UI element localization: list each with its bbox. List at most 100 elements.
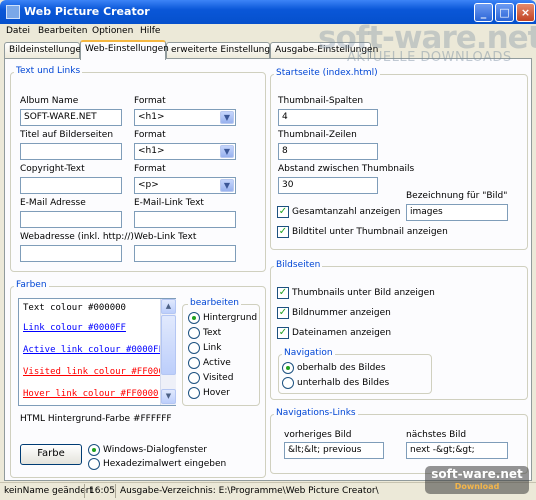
format3-label: Format: [134, 164, 166, 174]
chevron-down-icon[interactable]: ▼: [220, 145, 234, 158]
abstand-input[interactable]: 30: [278, 177, 378, 194]
radio-hover[interactable]: [188, 387, 200, 399]
radio-windows-dialog-label[interactable]: Windows-Dialogfenster: [103, 445, 207, 455]
copyright-label: Copyright-Text: [20, 164, 85, 174]
chevron-down-icon[interactable]: ▼: [220, 179, 234, 192]
tab-bildeinstellungen[interactable]: Bildeinstellungen: [4, 42, 87, 59]
email-link-input[interactable]: [134, 211, 236, 228]
radio-oberhalb[interactable]: [282, 362, 294, 374]
bildtitel-checkbox[interactable]: ✓: [277, 226, 289, 238]
radio-text[interactable]: [188, 327, 200, 339]
radio-windows-dialog[interactable]: [88, 444, 100, 456]
radio-hintergrund[interactable]: [188, 312, 200, 324]
radio-unterhalb-label[interactable]: unterhalb des Bildes: [297, 378, 389, 388]
radio-text-label[interactable]: Text: [203, 328, 221, 338]
radio-active-label[interactable]: Active: [203, 358, 231, 368]
menu-bearbeiten[interactable]: Bearbeiten: [38, 26, 87, 36]
thumbs-label[interactable]: Thumbnails unter Bild anzeigen: [292, 288, 435, 298]
next-label: nächstes Bild: [406, 430, 467, 440]
format1-value: <h1>: [138, 112, 165, 122]
dateinamen-label[interactable]: Dateinamen anzeigen: [292, 328, 391, 338]
radio-link-label[interactable]: Link: [203, 343, 221, 353]
color-list-scrollbar[interactable]: ▲ ▼: [160, 299, 176, 405]
format2-label: Format: [134, 130, 166, 140]
bg-color-text: HTML Hintergrund-Farbe #FFFFFF: [20, 414, 172, 424]
email-label: E-Mail Adresse: [20, 198, 86, 208]
group-title-startseite: Startseite (index.html): [274, 68, 380, 78]
color-item-visited[interactable]: Visited link colour #FF0000: [23, 367, 169, 377]
email-link-label: E-Mail-Link Text: [134, 198, 204, 208]
web-label: Webadresse (inkl. http://): [20, 232, 134, 242]
abstand-label: Abstand zwischen Thumbnails: [278, 164, 415, 174]
zeilen-label: Thumbnail-Zeilen: [278, 130, 357, 140]
web-input[interactable]: [20, 245, 122, 262]
radio-oberhalb-label[interactable]: oberhalb des Bildes: [297, 363, 386, 373]
radio-visited[interactable]: [188, 372, 200, 384]
dateinamen-checkbox[interactable]: ✓: [277, 327, 289, 339]
group-title-bildseiten: Bildseiten: [274, 260, 323, 270]
menu-hilfe[interactable]: Hilfe: [140, 26, 160, 36]
watermark-badge-text: soft-ware.net: [431, 467, 523, 481]
titel-label: Titel auf Bilderseiten: [20, 130, 114, 140]
album-name-input[interactable]: SOFT-WARE.NET: [20, 109, 122, 126]
radio-link[interactable]: [188, 342, 200, 354]
email-input[interactable]: [20, 211, 122, 228]
scroll-down-icon[interactable]: ▼: [161, 389, 176, 404]
radio-unterhalb[interactable]: [282, 377, 294, 389]
watermark-badge-sub: Download: [454, 482, 500, 491]
radio-active[interactable]: [188, 357, 200, 369]
window-title: Web Picture Creator: [24, 5, 150, 18]
album-name-label: Album Name: [20, 96, 79, 106]
app-icon[interactable]: [6, 5, 20, 19]
radio-hex[interactable]: [88, 458, 100, 470]
status-path: Ausgabe-Verzeichnis: E:\Programme\Web Pi…: [120, 486, 379, 496]
chevron-down-icon[interactable]: ▼: [220, 111, 234, 124]
gesamtanzahl-checkbox[interactable]: ✓: [277, 206, 289, 218]
color-item-text[interactable]: Text colour #000000: [23, 303, 126, 313]
radio-hintergrund-label[interactable]: Hintergrund: [203, 313, 257, 323]
nummer-label[interactable]: Bildnummer anzeigen: [292, 308, 391, 318]
menu-optionen[interactable]: Optionen: [92, 26, 133, 36]
farbe-button[interactable]: Farbe: [20, 444, 82, 465]
group-title-text-links: Text und Links: [14, 66, 83, 76]
web-link-label: Web-Link Text: [134, 232, 197, 242]
tab-erweiterte-einstellungen[interactable]: erweiterte Einstellungen: [166, 42, 281, 59]
status-divider: [84, 484, 85, 498]
prev-input[interactable]: &lt;&lt; previous: [284, 442, 384, 459]
scroll-up-icon[interactable]: ▲: [161, 299, 176, 314]
group-navigation: [278, 354, 432, 394]
bezeichnung-input[interactable]: images: [406, 204, 508, 221]
tab-web-einstellungen[interactable]: Web-Einstellungen: [80, 40, 169, 60]
radio-hover-label[interactable]: Hover: [203, 388, 230, 398]
group-title-farben: Farben: [14, 280, 49, 290]
titel-input[interactable]: [20, 143, 122, 160]
scroll-thumb[interactable]: [161, 315, 176, 375]
next-input[interactable]: next -&gt;&gt;: [406, 442, 508, 459]
status-divider: [115, 484, 116, 498]
web-link-input[interactable]: [134, 245, 236, 262]
bildtitel-label[interactable]: Bildtitel unter Thumbnail anzeigen: [292, 227, 448, 237]
status-message: keinName geändert: [4, 486, 93, 496]
radio-visited-label[interactable]: Visited: [203, 373, 233, 383]
zeilen-input[interactable]: 8: [278, 143, 378, 160]
thumbs-checkbox[interactable]: ✓: [277, 287, 289, 299]
color-item-link[interactable]: Link colour #0000FF: [23, 323, 126, 333]
status-time: 16:05: [89, 486, 115, 496]
format2-select[interactable]: <h1> ▼: [134, 143, 236, 160]
menu-datei[interactable]: Datei: [6, 26, 30, 36]
color-list[interactable]: Text colour #000000 Link colour #0000FF …: [18, 298, 176, 406]
group-title-navigation: Navigation: [282, 348, 335, 358]
format3-select[interactable]: <p> ▼: [134, 177, 236, 194]
color-item-hover[interactable]: Hover link colour #FF0000: [23, 389, 158, 399]
watermark-tagline: AKTUELLE DOWNLOADS: [347, 50, 512, 65]
spalten-input[interactable]: 4: [278, 109, 378, 126]
format1-select[interactable]: <h1> ▼: [134, 109, 236, 126]
nummer-checkbox[interactable]: ✓: [277, 307, 289, 319]
copyright-input[interactable]: [20, 177, 122, 194]
group-title-bearbeiten: bearbeiten: [188, 298, 241, 308]
gesamtanzahl-label[interactable]: Gesamtanzahl anzeigen: [292, 207, 400, 217]
format2-value: <h1>: [138, 146, 165, 156]
format1-label: Format: [134, 96, 166, 106]
color-item-active[interactable]: Active link colour #0000FF: [23, 345, 164, 355]
radio-hex-label[interactable]: Hexadezimalwert eingeben: [103, 459, 226, 469]
